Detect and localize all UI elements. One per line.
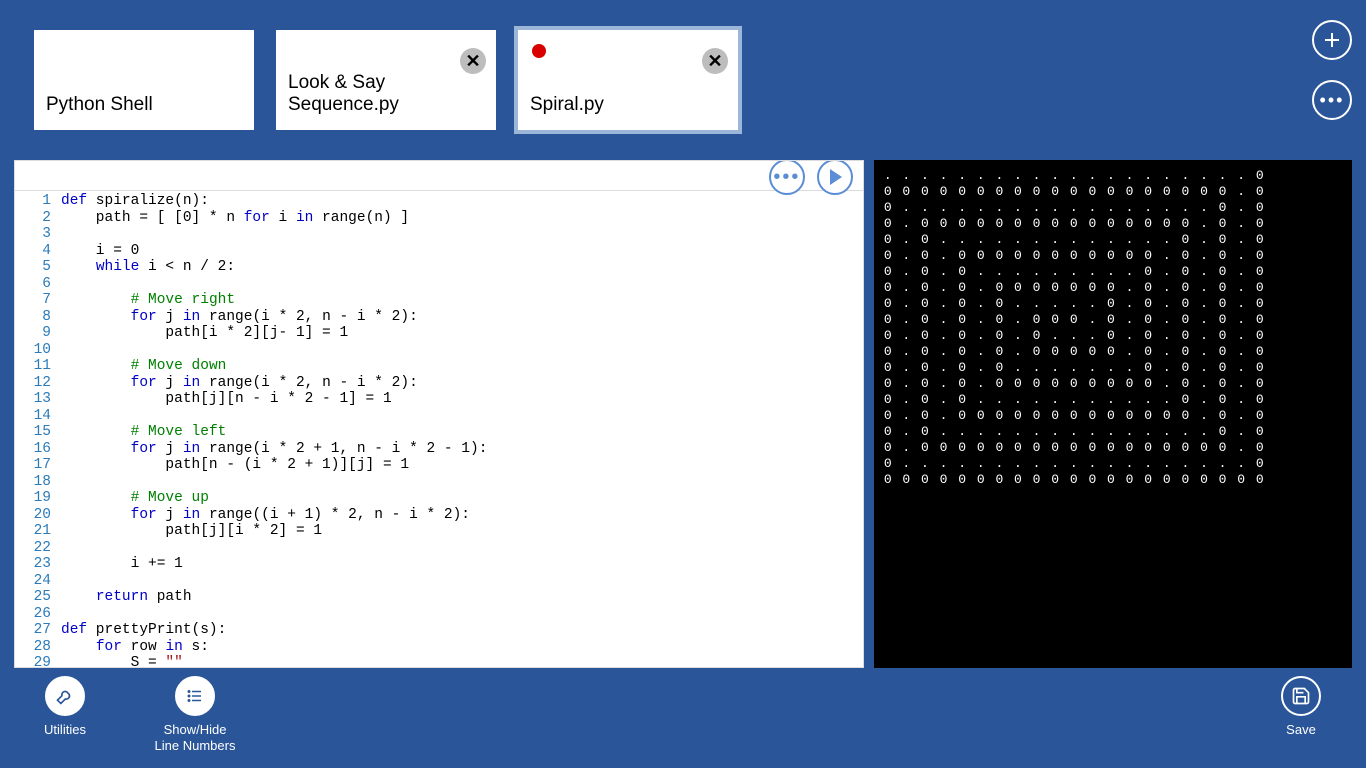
unsaved-indicator-icon — [532, 44, 546, 58]
button-label: Save — [1286, 722, 1316, 738]
line-number-gutter: 1 2 3 4 5 6 7 8 9 10 11 12 13 14 15 16 1… — [15, 191, 57, 667]
code-text[interactable]: def spiralize(n): path = [ [0] * n for i… — [57, 191, 863, 667]
work-area: ••• 1 2 3 4 5 6 7 8 9 10 11 12 13 14 15 … — [14, 160, 1352, 668]
tab-python-shell[interactable]: Python Shell — [34, 30, 254, 130]
run-button[interactable] — [817, 160, 853, 195]
tab-spiral[interactable]: ✕ Spiral.py — [518, 30, 738, 130]
more-button[interactable]: ••• — [1312, 80, 1352, 120]
utilities-button[interactable]: Utilities — [20, 676, 110, 753]
tab-look-and-say[interactable]: ✕ Look & Say Sequence.py — [276, 30, 496, 130]
save-icon — [1281, 676, 1321, 716]
toggle-line-numbers-button[interactable]: Show/Hide Line Numbers — [150, 676, 240, 753]
tab-label: Spiral.py — [530, 94, 604, 116]
close-icon[interactable]: ✕ — [460, 48, 486, 74]
editor-more-button[interactable]: ••• — [769, 160, 805, 195]
add-button[interactable] — [1312, 20, 1352, 60]
tab-label: Look & Say Sequence.py — [288, 72, 484, 116]
tab-strip: Python Shell ✕ Look & Say Sequence.py ✕ … — [0, 0, 1366, 160]
output-pane: . . . . . . . . . . . . . . . . . . . . … — [874, 160, 1352, 668]
ellipsis-icon: ••• — [1320, 90, 1345, 111]
app-bar: Utilities Show/Hide Line Numbers Save — [0, 668, 1366, 768]
code-area[interactable]: 1 2 3 4 5 6 7 8 9 10 11 12 13 14 15 16 1… — [15, 191, 863, 667]
save-button[interactable]: Save — [1256, 676, 1346, 738]
app-bar-left-group: Utilities Show/Hide Line Numbers — [20, 676, 240, 753]
editor-pane: ••• 1 2 3 4 5 6 7 8 9 10 11 12 13 14 15 … — [14, 160, 864, 668]
editor-toolbar: ••• — [15, 161, 863, 191]
button-label: Show/Hide Line Numbers — [150, 722, 240, 753]
close-icon[interactable]: ✕ — [702, 48, 728, 74]
top-right-buttons: ••• — [1312, 20, 1352, 120]
tab-label: Python Shell — [46, 94, 153, 116]
wrench-icon — [45, 676, 85, 716]
button-label: Utilities — [44, 722, 86, 738]
ellipsis-icon: ••• — [773, 166, 800, 189]
list-icon — [175, 676, 215, 716]
